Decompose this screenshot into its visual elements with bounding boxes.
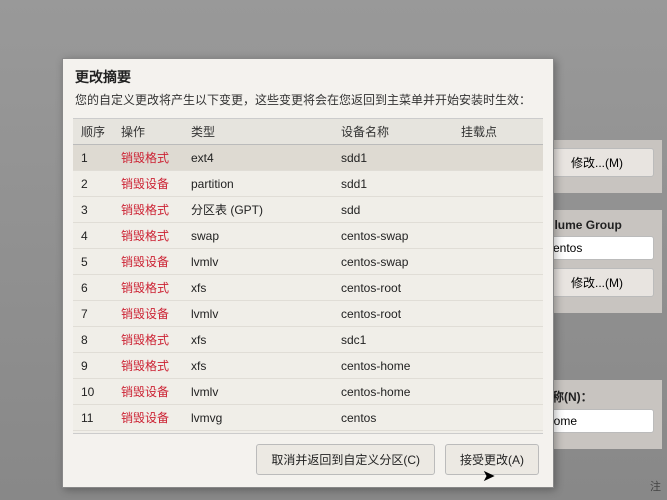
cell-mount <box>453 249 543 275</box>
table-row[interactable]: 4销毁格式swapcentos-swap <box>73 223 543 249</box>
table-row[interactable]: 8销毁格式xfssdc1 <box>73 327 543 353</box>
bg-modify-button[interactable]: 修改...(M) <box>540 268 654 297</box>
cell-mount <box>453 327 543 353</box>
cell-order: 1 <box>73 145 113 171</box>
table-row[interactable]: 7销毁设备lvmlvcentos-root <box>73 301 543 327</box>
name-field[interactable]: home <box>540 409 654 433</box>
table-row[interactable]: 2销毁设备partitionsdd1 <box>73 171 543 197</box>
table-row[interactable]: 6销毁格式xfscentos-root <box>73 275 543 301</box>
cell-type: lvmlv <box>183 301 333 327</box>
cell-mount <box>453 405 543 431</box>
cell-mount <box>453 275 543 301</box>
col-mount[interactable]: 挂载点 <box>453 119 543 145</box>
cell-device: centos-swap <box>333 223 453 249</box>
cell-order: 6 <box>73 275 113 301</box>
cell-device: sdd1 <box>333 171 453 197</box>
cell-mount <box>453 353 543 379</box>
cell-order: 2 <box>73 171 113 197</box>
cell-operation: 销毁设备 <box>113 171 183 197</box>
table-row[interactable]: 5销毁设备lvmlvcentos-swap <box>73 249 543 275</box>
cell-device: centos-swap <box>333 249 453 275</box>
cell-type: xfs <box>183 327 333 353</box>
cell-order: 8 <box>73 327 113 353</box>
change-summary-dialog: 更改摘要 您的自定义更改将产生以下变更，这些变更将会在您返回到主菜单并开始安装时… <box>62 58 554 488</box>
table-row[interactable]: 1销毁格式ext4sdd1 <box>73 145 543 171</box>
accept-button[interactable]: 接受更改(A) <box>445 444 539 475</box>
cell-device: centos-root <box>333 301 453 327</box>
cancel-button[interactable]: 取消并返回到自定义分区(C) <box>256 444 435 475</box>
cell-operation: 销毁设备 <box>113 379 183 405</box>
col-device[interactable]: 设备名称 <box>333 119 453 145</box>
cell-device: centos-root <box>333 275 453 301</box>
changes-table: 顺序 操作 类型 设备名称 挂载点 1销毁格式ext4sdd12销毁设备part… <box>73 119 543 434</box>
cell-operation: 销毁设备 <box>113 301 183 327</box>
cell-operation: 销毁格式 <box>113 353 183 379</box>
cell-device: sdc1 <box>333 327 453 353</box>
cell-order: 10 <box>73 379 113 405</box>
cell-operation: 销毁设备 <box>113 249 183 275</box>
table-row[interactable]: 3销毁格式分区表 (GPT)sdd <box>73 197 543 223</box>
cell-type: swap <box>183 223 333 249</box>
cell-mount <box>453 171 543 197</box>
cell-device: centos-home <box>333 379 453 405</box>
cell-order: 9 <box>73 353 113 379</box>
cell-order: 11 <box>73 405 113 431</box>
col-type[interactable]: 类型 <box>183 119 333 145</box>
cell-type: lvmlv <box>183 379 333 405</box>
col-operation[interactable]: 操作 <box>113 119 183 145</box>
cell-operation: 销毁格式 <box>113 327 183 353</box>
cell-mount <box>453 145 543 171</box>
cell-operation: 销毁设备 <box>113 405 183 431</box>
cell-operation: 销毁格式 <box>113 223 183 249</box>
table-row[interactable]: 9销毁格式xfscentos-home <box>73 353 543 379</box>
dialog-subtitle: 您的自定义更改将产生以下变更，这些变更将会在您返回到主菜单并开始安装时生效： <box>75 91 541 108</box>
cell-device: centos <box>333 405 453 431</box>
changes-table-container: 顺序 操作 类型 设备名称 挂载点 1销毁格式ext4sdd12销毁设备part… <box>73 118 543 434</box>
col-order[interactable]: 顺序 <box>73 119 113 145</box>
cell-type: xfs <box>183 275 333 301</box>
cell-mount <box>453 301 543 327</box>
cell-order: 7 <box>73 301 113 327</box>
cell-order: 3 <box>73 197 113 223</box>
cell-device: sdd1 <box>333 145 453 171</box>
vg-value[interactable]: centos <box>540 236 654 260</box>
footnote: 注 <box>650 478 661 494</box>
cell-device: sdd <box>333 197 453 223</box>
table-row[interactable]: 11销毁设备lvmvgcentos <box>73 405 543 431</box>
cell-order: 4 <box>73 223 113 249</box>
dialog-title: 更改摘要 <box>75 67 541 87</box>
vg-label: Volume Group <box>540 218 654 232</box>
cell-type: 分区表 (GPT) <box>183 197 333 223</box>
table-row[interactable]: 10销毁设备lvmlvcentos-home <box>73 379 543 405</box>
cell-type: lvmlv <box>183 249 333 275</box>
cell-order: 5 <box>73 249 113 275</box>
cell-mount <box>453 379 543 405</box>
cell-operation: 销毁格式 <box>113 197 183 223</box>
cell-mount <box>453 197 543 223</box>
cell-type: lvmvg <box>183 405 333 431</box>
cell-type: xfs <box>183 353 333 379</box>
cell-mount <box>453 223 543 249</box>
cell-operation: 销毁格式 <box>113 145 183 171</box>
cell-device: centos-home <box>333 353 453 379</box>
cell-type: partition <box>183 171 333 197</box>
cell-type: ext4 <box>183 145 333 171</box>
cell-operation: 销毁格式 <box>113 275 183 301</box>
name-label: 名称(N)： <box>540 388 654 405</box>
bg-modify-top-button[interactable]: 修改...(M) <box>540 148 654 177</box>
